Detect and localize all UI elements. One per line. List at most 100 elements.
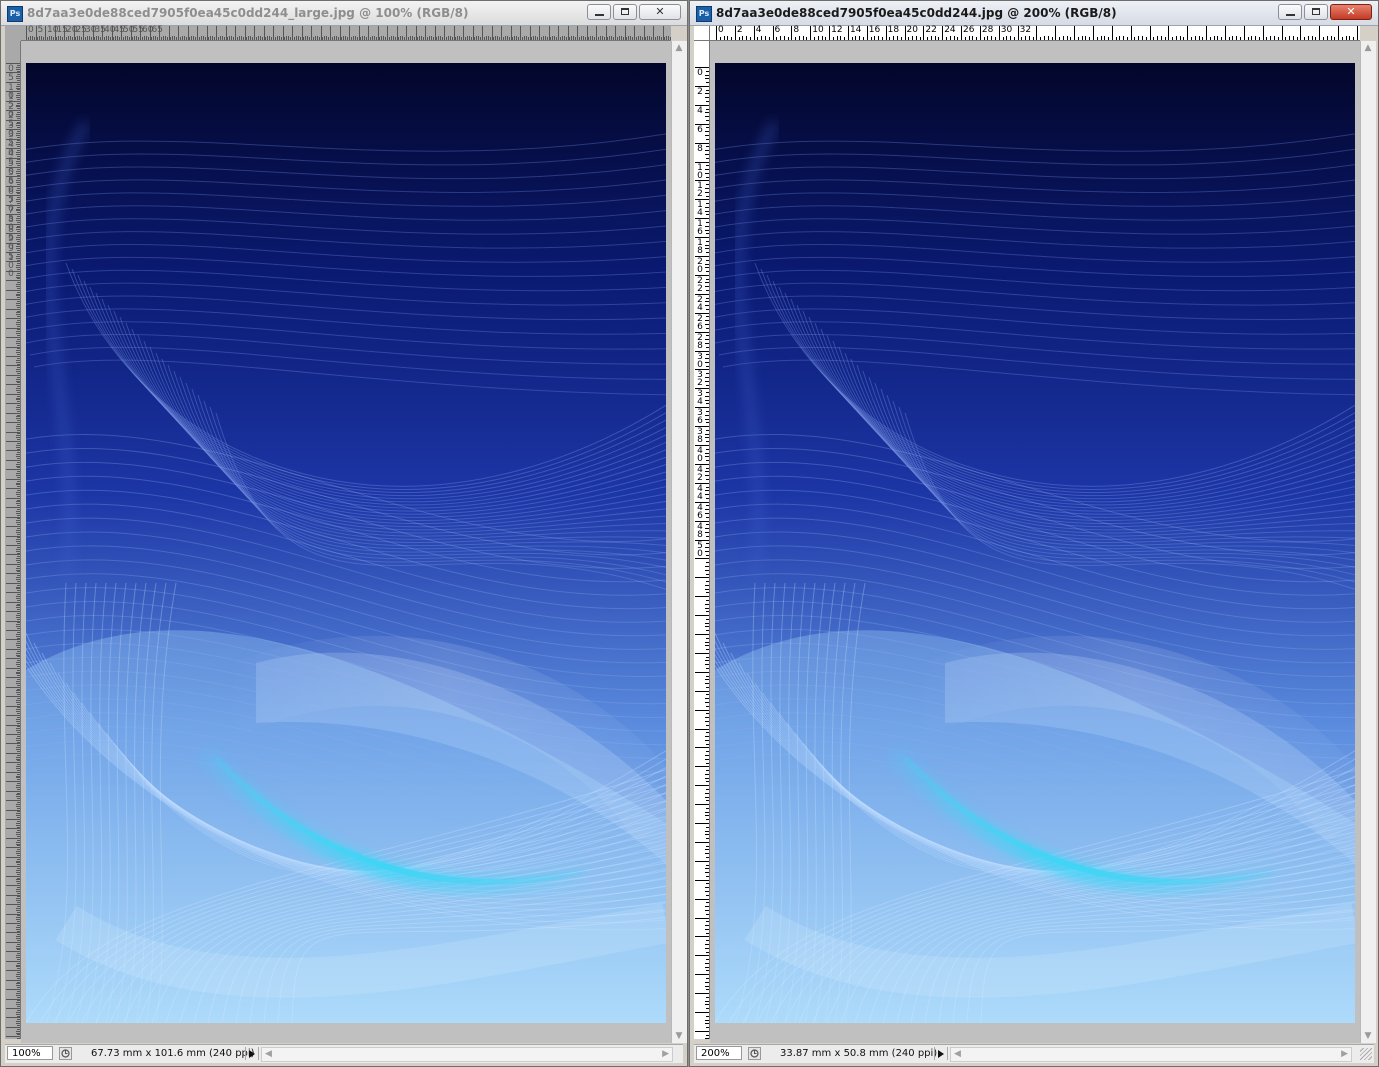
ruler-label: 14 (849, 25, 862, 35)
canvas-area[interactable] (710, 41, 1360, 1043)
scroll-up-icon[interactable]: ▲ (1363, 43, 1373, 53)
ruler-label: 5 (8, 73, 14, 84)
close-icon: ✕ (655, 5, 665, 18)
zoom-level-field[interactable]: 200% (696, 1046, 742, 1060)
ruler-label: 100 (8, 253, 14, 279)
document-window-1[interactable]: Ps 8d7aa3e0de88ced7905f0ea45c0dd244_larg… (0, 0, 688, 1067)
ruler-label: 32 (1019, 25, 1032, 35)
scroll-down-icon[interactable]: ▼ (674, 1031, 684, 1041)
ruler-label: 46 (697, 502, 703, 521)
horizontal-ruler[interactable]: 0 5 10 15 20 25 30 35 40 45 50 55 60 65 (21, 26, 671, 41)
ruler-label: 2 (697, 86, 703, 97)
ruler-label: 42 (697, 464, 703, 483)
ruler-label: 10 (697, 162, 703, 181)
title-bar[interactable]: Ps 8d7aa3e0de88ced7905f0ea45c0dd244.jpg … (690, 1, 1378, 26)
horizontal-ruler[interactable]: 0 2 4 6 8 10 12 14 16 18 20 22 24 26 28 30 32 (710, 26, 1360, 41)
status-bar: 200% 33.87 mm x 50.8 mm (240 ppi) ◀ ▶ (694, 1044, 1374, 1063)
document-window-2[interactable]: Ps 8d7aa3e0de88ced7905f0ea45c0dd244.jpg … (689, 0, 1379, 1067)
status-bar: 100% 67.73 mm x 101.6 mm (240 ppi) ◀ ▶ (5, 1044, 683, 1063)
play-arrow-icon[interactable] (245, 1047, 259, 1060)
photoshop-icon: Ps (7, 6, 23, 22)
minimize-icon (1286, 14, 1295, 16)
ruler-label: 44 (697, 483, 703, 502)
minimize-icon (595, 14, 604, 16)
zoom-level-field[interactable]: 100% (7, 1046, 53, 1060)
ruler-label: 36 (697, 408, 703, 427)
restore-icon (1312, 8, 1320, 15)
vertical-ruler[interactable]: 0 2 4 6 8 10 12 14 16 18 20 22 24 26 28 30 32 34 36 38 40 42 4… (694, 41, 710, 1039)
ruler-label: 40 (697, 446, 703, 464)
document-image[interactable] (26, 63, 666, 1023)
vertical-ruler[interactable]: 0 5 10 15 20 25 30 35 40 45 50 55 60 65 70 75 80 85 90 95 10… (5, 41, 21, 1039)
ruler-label: 8 (793, 25, 800, 35)
horizontal-scrollbar[interactable]: ◀ ▶ (261, 1047, 673, 1062)
ruler-label: 12 (831, 25, 843, 35)
document-image[interactable] (715, 63, 1355, 1023)
ruler-label: 34 (697, 389, 703, 408)
ruler-label: 14 (697, 200, 703, 219)
minimize-button[interactable] (1278, 4, 1302, 20)
ruler-origin[interactable] (694, 26, 710, 41)
photoshop-icon: Ps (696, 6, 712, 22)
ruler-label: 2 (736, 25, 743, 35)
ruler-label: 0 (28, 25, 34, 35)
ruler-label: 20 (697, 257, 703, 275)
ruler-label: 22 (925, 25, 937, 35)
vertical-scrollbar[interactable]: ▲ ▼ (1360, 41, 1376, 1043)
ruler-label: 6 (697, 124, 703, 135)
scroll-right-icon[interactable]: ▶ (662, 1048, 669, 1061)
ruler-label: 4 (755, 25, 762, 35)
vertical-scrollbar[interactable]: ▲ ▼ (671, 41, 687, 1043)
close-button[interactable]: ✕ (639, 4, 681, 20)
ruler-label: 0 (697, 68, 703, 78)
ruler-label: 16 (868, 25, 881, 35)
ruler-label: 30 (697, 351, 703, 370)
title-bar[interactable]: Ps 8d7aa3e0de88ced7905f0ea45c0dd244_larg… (1, 1, 687, 26)
document-info: 67.73 mm x 101.6 mm (240 ppi) (91, 1048, 255, 1059)
play-arrow-icon[interactable] (934, 1047, 948, 1060)
ruler-label: 18 (697, 238, 703, 257)
horizontal-scrollbar[interactable]: ◀ ▶ (950, 1047, 1352, 1062)
doc-info-icon[interactable] (59, 1047, 72, 1060)
resize-grip-icon[interactable] (1360, 1048, 1372, 1060)
ruler-label: 28 (697, 332, 703, 351)
scroll-left-icon[interactable]: ◀ (954, 1048, 961, 1061)
minimize-button[interactable] (587, 4, 611, 20)
ruler-label: 0 (718, 25, 724, 35)
scroll-up-icon[interactable]: ▲ (674, 43, 684, 53)
ruler-label: 12 (697, 181, 703, 200)
scroll-right-icon[interactable]: ▶ (1341, 1048, 1348, 1061)
ruler-label: 24 (944, 25, 956, 35)
ruler-label: 6 (774, 25, 781, 35)
ruler-label: 20 (906, 25, 918, 35)
ruler-label: 24 (697, 294, 703, 313)
ruler-label: 0 (8, 64, 14, 74)
restore-button[interactable] (1304, 4, 1328, 20)
ruler-label: 30 (1000, 25, 1013, 35)
window-title: 8d7aa3e0de88ced7905f0ea45c0dd244.jpg @ 2… (716, 6, 1117, 20)
ruler-label: 10 (812, 25, 824, 35)
canvas-area[interactable] (21, 41, 671, 1043)
ruler-label: 38 (697, 427, 703, 446)
ruler-label: 22 (697, 275, 703, 294)
ruler-label: 4 (697, 105, 703, 116)
ruler-label: 65 (151, 25, 163, 35)
ruler-label: 16 (697, 219, 703, 238)
ruler-label: 5 (37, 25, 44, 35)
restore-button[interactable] (613, 4, 637, 20)
ruler-label: 28 (981, 25, 994, 35)
ruler-origin[interactable] (5, 26, 21, 41)
ruler-label: 26 (697, 313, 703, 332)
doc-info-icon[interactable] (748, 1047, 761, 1060)
close-icon: ✕ (1346, 5, 1356, 18)
wave-artwork (715, 63, 1355, 1023)
scroll-left-icon[interactable]: ◀ (265, 1048, 272, 1061)
ruler-label: 48 (697, 521, 703, 540)
ruler-label: 32 (697, 370, 703, 389)
wave-artwork (26, 63, 666, 1023)
ruler-label: 18 (887, 25, 900, 35)
ruler-label: 50 (697, 540, 703, 559)
scroll-down-icon[interactable]: ▼ (1363, 1031, 1373, 1041)
close-button[interactable]: ✕ (1330, 4, 1372, 20)
ruler-label: 26 (963, 25, 975, 35)
